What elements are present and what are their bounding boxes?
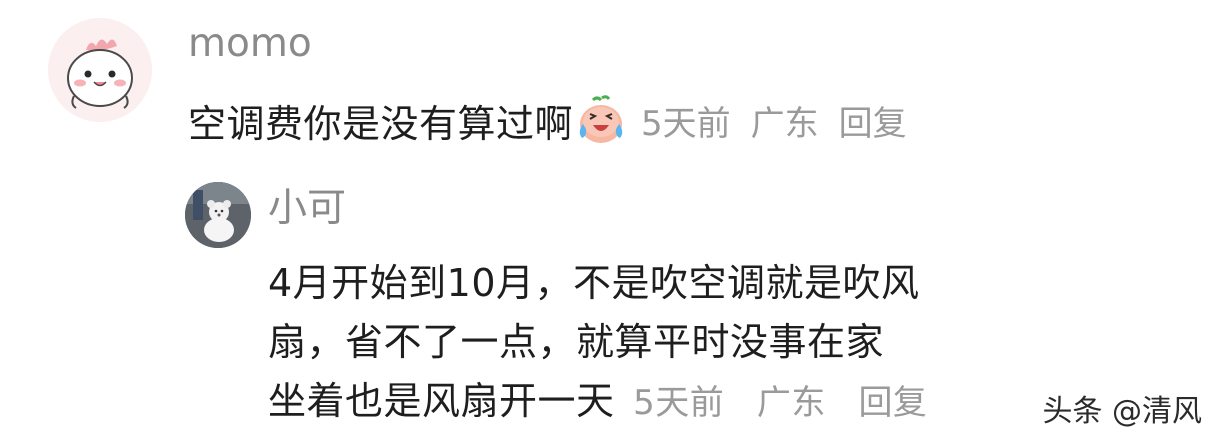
comment-location: 广东 bbox=[750, 103, 819, 144]
comment-text: 空调费你是没有算过啊 bbox=[188, 101, 574, 146]
reply-time: 5天前 bbox=[633, 383, 725, 423]
watermark: 头条 @清风 bbox=[1042, 394, 1202, 429]
reply-text-line: 4月开始到10月，不是吹空调就是吹风 bbox=[268, 261, 920, 305]
comment-content: 空调费你是没有算过啊 5天前 广东 回复 bbox=[188, 94, 907, 146]
reply-text-line-last: 坐着也是风扇开一天 5天前 广东 回复 bbox=[268, 372, 1068, 433]
comment-thread: momo 空调费你是没有算过啊 5天前 广东 回复 小可 4月开始到10月，不是… bbox=[0, 0, 1220, 441]
crying-laughing-face-icon bbox=[575, 94, 627, 146]
avatar[interactable] bbox=[48, 18, 152, 122]
comment-author[interactable]: momo bbox=[188, 20, 312, 68]
comment-time: 5天前 bbox=[641, 103, 731, 144]
reply-author[interactable]: 小可 bbox=[268, 184, 346, 234]
reply-avatar[interactable] bbox=[185, 182, 251, 248]
reply-content: 4月开始到10月，不是吹空调就是吹风 扇，省不了一点，就算平时没事在家 坐着也是… bbox=[268, 254, 1068, 433]
reply-reply-button[interactable]: 回复 bbox=[858, 383, 927, 423]
reply-location: 广东 bbox=[756, 383, 826, 423]
reply-button[interactable]: 回复 bbox=[839, 96, 907, 145]
reply-text-tail: 坐着也是风扇开一天 bbox=[268, 379, 615, 423]
reply-text-line: 扇，省不了一点，就算平时没事在家 bbox=[268, 320, 885, 364]
